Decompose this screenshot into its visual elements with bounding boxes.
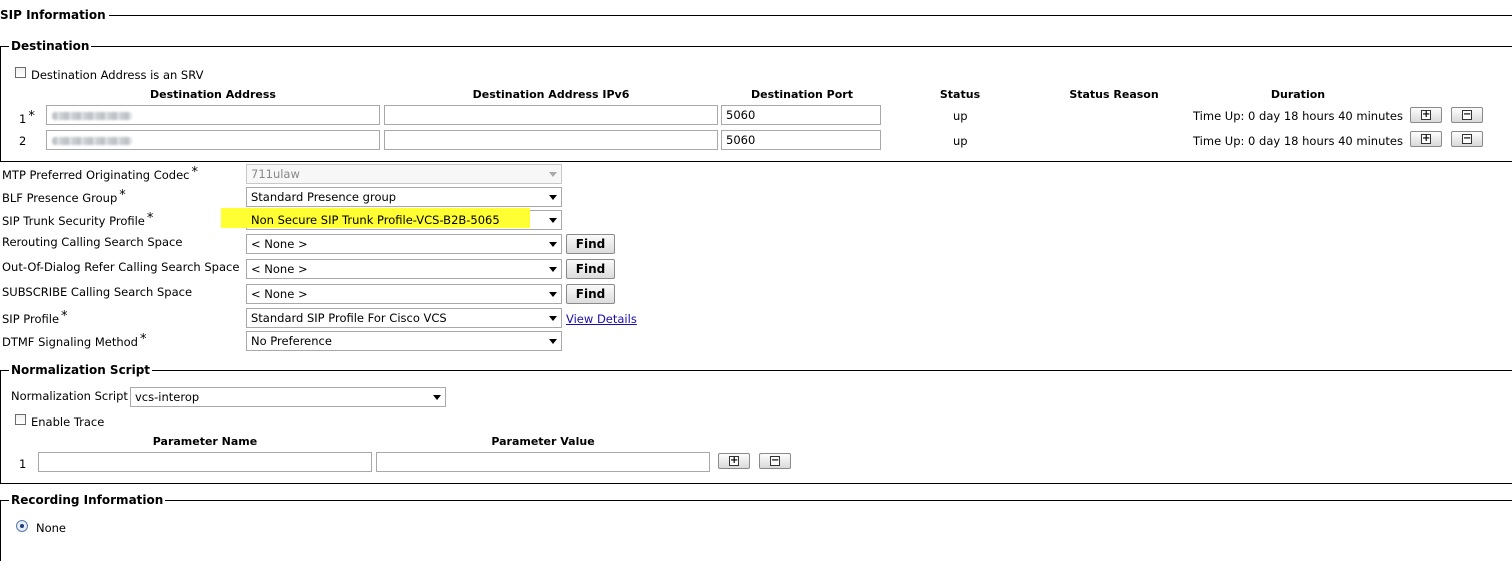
chevron-down-icon (549, 316, 557, 321)
chevron-down-icon (549, 339, 557, 344)
chevron-down-icon (549, 218, 557, 223)
col-parameter-value: Parameter Value (491, 435, 595, 448)
parameter-name-input[interactable] (38, 452, 372, 472)
normalization-script-label: Normalization Script (11, 389, 128, 403)
recording-none-label: None (36, 521, 67, 535)
normalization-script-select[interactable]: vcs-interop (130, 387, 446, 407)
sip-profile-select[interactable]: Standard SIP Profile For Cisco VCS (246, 308, 562, 328)
sip-information-legend: SIP Information (0, 8, 109, 22)
view-details-link[interactable]: View Details (566, 312, 637, 326)
subscribe-css-select[interactable]: < None > (246, 284, 562, 304)
rerouting-css-label: Rerouting Calling Search Space (2, 235, 183, 249)
destination-status: up (953, 134, 968, 148)
redacted-address (52, 112, 132, 120)
destination-row-index: 2 (19, 134, 27, 148)
destination-legend: Destination (9, 39, 92, 53)
destination-port-input[interactable]: 5060 (721, 130, 881, 150)
col-duration: Duration (1270, 88, 1326, 101)
chevron-down-icon (549, 292, 557, 297)
dtmf-label: DTMF Signaling Method * (2, 332, 147, 349)
chevron-down-icon (549, 172, 557, 177)
destination-ipv6-input[interactable] (384, 130, 718, 150)
subscribe-css-find-button[interactable]: Find (566, 284, 615, 304)
enable-trace-checkbox[interactable] (15, 414, 26, 425)
add-destination-button[interactable]: + (1410, 131, 1442, 147)
srv-checkbox[interactable] (15, 67, 26, 78)
remove-parameter-button[interactable]: − (759, 453, 791, 469)
plus-icon: + (1421, 109, 1431, 120)
col-parameter-name: Parameter Name (152, 435, 258, 448)
normalization-legend: Normalization Script (9, 363, 153, 377)
security-profile-value: Non Secure SIP Trunk Profile-VCS-B2B-506… (251, 213, 500, 227)
destination-status: up (953, 109, 968, 123)
col-status: Status (939, 88, 981, 101)
ood-refer-css-select[interactable]: < None > (246, 259, 562, 279)
remove-destination-button[interactable]: − (1451, 107, 1483, 123)
rerouting-css-select[interactable]: < None > (246, 234, 562, 254)
mtp-codec-label: MTP Preferred Originating Codec * (2, 165, 198, 182)
chevron-down-icon (433, 395, 441, 400)
plus-icon: + (1421, 133, 1431, 144)
destination-row-index: 1 * (19, 109, 35, 126)
add-destination-button[interactable]: + (1410, 107, 1442, 123)
sip-profile-label: SIP Profile * (2, 309, 68, 326)
parameter-value-input[interactable] (376, 452, 710, 472)
ood-refer-css-label: Out-Of-Dialog Refer Calling Search Space (2, 260, 240, 274)
enable-trace-label: Enable Trace (31, 415, 105, 429)
security-profile-label: SIP Trunk Security Profile * (2, 211, 154, 228)
recording-legend: Recording Information (9, 493, 166, 507)
destination-port-input[interactable]: 5060 (721, 105, 881, 125)
plus-icon: + (729, 455, 739, 466)
parameter-row-index: 1 (19, 457, 27, 471)
blf-presence-label: BLF Presence Group * (2, 188, 126, 205)
blf-presence-select[interactable]: Standard Presence group (246, 187, 562, 207)
col-status-reason: Status Reason (1069, 88, 1159, 101)
col-destination-ipv6: Destination Address IPv6 (472, 88, 630, 101)
destination-ipv6-input[interactable] (384, 105, 718, 125)
dtmf-select[interactable]: No Preference (246, 331, 562, 351)
recording-none-radio[interactable] (16, 520, 28, 532)
col-destination-address: Destination Address (150, 88, 276, 101)
mtp-codec-select: 711ulaw (246, 164, 562, 184)
col-destination-port: Destination Port (751, 88, 853, 101)
chevron-down-icon (549, 267, 557, 272)
chevron-down-icon (549, 195, 557, 200)
minus-icon: − (1462, 109, 1472, 120)
ood-refer-css-find-button[interactable]: Find (566, 259, 615, 279)
remove-destination-button[interactable]: − (1451, 131, 1483, 147)
redacted-address (52, 137, 132, 145)
destination-duration: Time Up: 0 day 18 hours 40 minutes (1193, 134, 1403, 148)
add-parameter-button[interactable]: + (718, 453, 750, 469)
minus-icon: − (770, 455, 780, 466)
destination-duration: Time Up: 0 day 18 hours 40 minutes (1193, 109, 1403, 123)
chevron-down-icon (549, 242, 557, 247)
minus-icon: − (1462, 133, 1472, 144)
srv-checkbox-label: Destination Address is an SRV (31, 68, 204, 82)
subscribe-css-label: SUBSCRIBE Calling Search Space (2, 285, 193, 299)
rerouting-css-find-button[interactable]: Find (566, 234, 615, 254)
